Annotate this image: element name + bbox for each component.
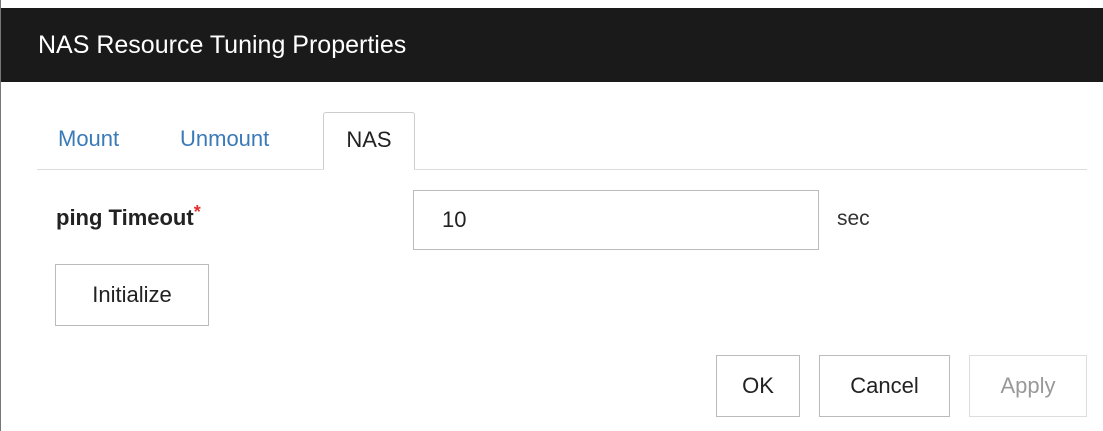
tab-mount[interactable]: Mount <box>58 112 119 169</box>
ping-timeout-label: ping Timeout* <box>56 202 201 231</box>
dialog-titlebar: NAS Resource Tuning Properties <box>1 8 1103 82</box>
nas-resource-tuning-dialog: NAS Resource Tuning Properties Mount Unm… <box>0 0 1103 431</box>
ping-timeout-label-text: ping Timeout <box>56 205 194 230</box>
required-marker: * <box>193 202 201 222</box>
ping-timeout-input[interactable] <box>413 190 819 250</box>
cancel-button[interactable]: Cancel <box>819 355 950 417</box>
tab-nas[interactable]: NAS <box>323 112 415 170</box>
initialize-button[interactable]: Initialize <box>55 264 209 326</box>
tab-unmount[interactable]: Unmount <box>180 112 269 169</box>
apply-button[interactable]: Apply <box>969 355 1087 417</box>
ping-timeout-unit: sec <box>837 207 870 230</box>
ok-button[interactable]: OK <box>716 355 800 417</box>
dialog-title: NAS Resource Tuning Properties <box>38 31 407 59</box>
tab-bar: Mount Unmount NAS <box>37 112 1087 170</box>
